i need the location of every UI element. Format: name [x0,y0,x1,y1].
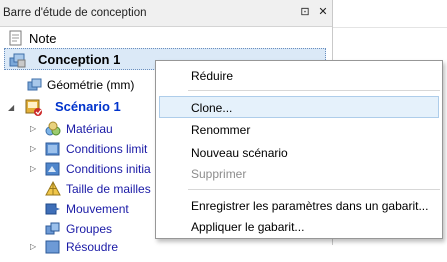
tree-label: Groupes [66,222,113,236]
collapse-arrow-icon[interactable]: ◢ [8,104,16,112]
menu-item-new-scenario[interactable]: Nouveau scénario [159,142,439,164]
tree-label: Conception 1 [38,52,121,67]
tree-label: Résoudre [66,240,119,254]
design-icon [8,51,26,69]
material-icon [44,120,62,138]
menu-item-label: Clone... [191,101,233,115]
tree-label: Conditions initia [66,162,151,176]
menu-separator [188,90,440,91]
expand-arrow-icon[interactable]: ▷ [30,165,38,173]
close-icon[interactable]: ✕ [316,5,330,19]
menu-item-save-template[interactable]: Enregistrer les paramètres dans un gabar… [159,195,439,217]
tree-label: Conditions limit [66,142,148,156]
boundary-conditions-icon [44,140,62,158]
expand-arrow-icon[interactable]: ▷ [30,145,38,153]
geometry-icon [26,76,44,94]
menu-item-clone[interactable]: Clone... [159,96,439,118]
panel-header: Barre d'étude de conception ⊡ ✕ [0,0,332,27]
expand-arrow-icon[interactable]: ▷ [30,243,38,251]
tree-item-note[interactable]: Note [0,29,330,49]
initial-conditions-icon [44,160,62,178]
tree-label: Matériau [66,122,113,136]
mesh-size-icon [44,180,62,198]
menu-separator [188,189,440,190]
scenario-icon [23,97,42,116]
panel-title: Barre d'étude de conception [3,7,147,19]
tree-label: Note [29,31,57,46]
tree-label: Taille de mailles [66,182,151,196]
motion-icon [44,200,62,218]
expand-arrow-icon[interactable]: ▷ [30,125,38,133]
context-menu: Réduire Clone... Renommer Nouveau scénar… [155,60,443,239]
menu-item-apply-template[interactable]: Appliquer le gabarit... [159,216,439,238]
tree-item-solve[interactable]: ▷ Résoudre [0,237,330,257]
pin-icon[interactable]: ⊡ [298,5,312,19]
tree-label: Géométrie (mm) [47,78,135,92]
groups-icon [44,220,62,238]
menu-item-label: Réduire [191,69,234,83]
tree-label: Mouvement [66,202,129,216]
note-icon [8,30,26,48]
menu-item-label: Renommer [191,123,251,137]
tree-label: Scénario 1 [55,99,121,114]
menu-item-label: Appliquer le gabarit... [191,220,305,234]
menu-item-delete: Supprimer [159,163,439,185]
menu-item-reduce[interactable]: Réduire [159,65,439,87]
menu-item-label: Enregistrer les paramètres dans un gabar… [191,199,429,213]
workspace-divider [333,27,447,28]
menu-item-label: Supprimer [191,167,247,181]
menu-item-rename[interactable]: Renommer [159,119,439,141]
menu-item-label: Nouveau scénario [191,146,288,160]
solve-icon [44,238,62,256]
